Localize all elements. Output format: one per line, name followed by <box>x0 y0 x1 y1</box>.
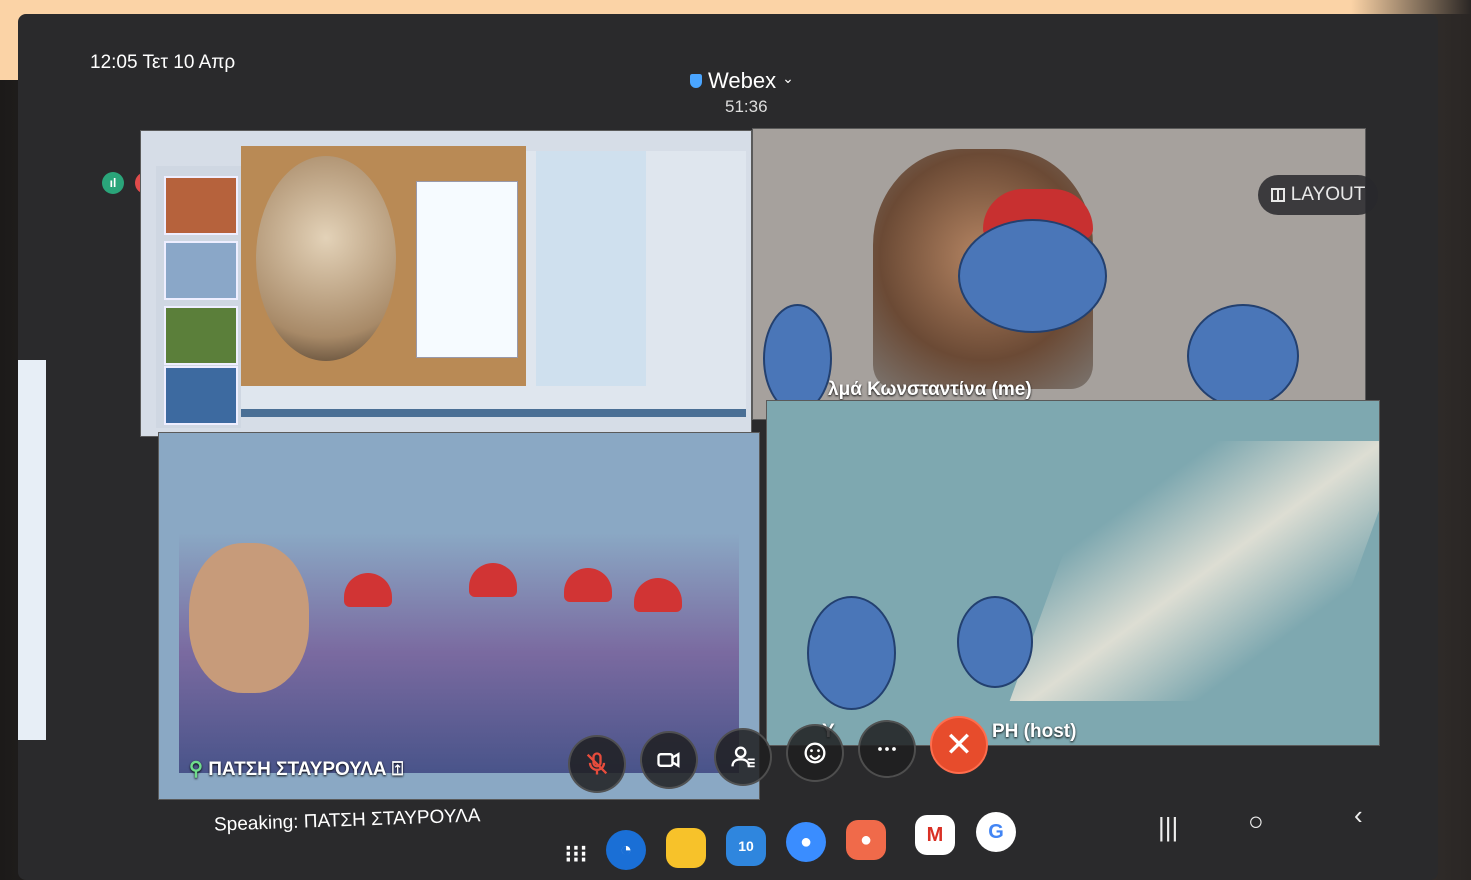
app-name: Webex <box>708 68 777 93</box>
close-icon: ✕ <box>944 726 974 764</box>
calendar-day: 10 <box>738 838 754 854</box>
emoji-icon <box>804 742 826 764</box>
layout-label: LAYOUT <box>1290 184 1366 205</box>
reactions-button[interactable] <box>786 724 844 782</box>
redaction-blob <box>958 219 1107 333</box>
mute-button[interactable] <box>568 735 626 793</box>
mic-active-icon: ⚲ <box>189 759 203 780</box>
leave-meeting-button[interactable]: ✕ <box>930 716 988 774</box>
home-icon[interactable]: ○ <box>1248 806 1264 837</box>
redaction-blob <box>807 596 896 710</box>
status-bar-time: 12:05 Τετ 10 Απρ <box>90 52 236 73</box>
shared-content-tile[interactable] <box>140 130 752 437</box>
redaction-blob <box>763 304 832 413</box>
slide-thumbnail <box>164 241 238 300</box>
self-video-tile[interactable]: λμά Κωνσταντίνα (me) <box>752 128 1366 420</box>
redaction-blob <box>1187 304 1299 408</box>
signal-icon: ıl <box>102 172 124 194</box>
slide-status-bar <box>241 409 746 417</box>
layout-button[interactable]: LAYOUT <box>1258 175 1378 215</box>
portrait-image <box>256 156 396 361</box>
participant-name-classroom: ⚲ ΠΑΤΣΗ ΣΤΑΥΡΟΥΛΑ ⍐ <box>189 759 404 780</box>
participant-face <box>189 543 309 693</box>
apps-grid-icon[interactable]: ⁝⁝⁝ <box>556 834 596 874</box>
google-icon[interactable]: G <box>976 812 1016 852</box>
meeting-title[interactable]: Webex ⌄ <box>690 68 794 94</box>
redaction-blob <box>957 596 1033 688</box>
slide-thumbnail-panel <box>156 166 241 428</box>
host-video-tile[interactable]: Υ ΡΗ (host) <box>766 400 1380 746</box>
slide-blue-panel <box>536 151 646 386</box>
files-icon[interactable] <box>666 828 706 868</box>
camera-icon <box>657 752 680 768</box>
grid-icon <box>1270 188 1285 202</box>
participants-icon <box>731 746 755 768</box>
mic-off-icon <box>586 752 608 775</box>
participant-name-host: ΡΗ (host) <box>992 721 1077 742</box>
recent-apps-icon[interactable]: ||| <box>1158 812 1178 843</box>
side-window-strip <box>18 360 46 740</box>
slide-thumbnail <box>164 366 238 425</box>
contacts-icon[interactable]: ● <box>846 820 886 860</box>
more-icon <box>878 747 896 751</box>
shield-icon <box>690 74 702 88</box>
back-icon[interactable]: ‹ <box>1354 800 1363 831</box>
slide-thumbnail <box>164 306 238 365</box>
more-button[interactable] <box>858 720 916 778</box>
calendar-icon[interactable]: 10 <box>726 826 766 866</box>
share-icon: ⍐ <box>391 759 404 780</box>
slide-thumbnail <box>164 176 238 235</box>
messages-icon[interactable]: ● <box>786 822 826 862</box>
video-button[interactable] <box>640 731 698 789</box>
internet-icon[interactable]: ◔ <box>606 830 646 870</box>
participants-button[interactable] <box>714 728 772 786</box>
gmail-icon[interactable]: M <box>915 815 955 855</box>
top-band <box>0 0 1471 14</box>
slide-text-box <box>416 181 518 358</box>
chevron-down-icon: ⌄ <box>782 69 794 86</box>
meeting-timer: 51:36 <box>725 97 768 116</box>
screen-glare <box>1009 441 1379 701</box>
participant-name-self: λμά Κωνσταντίνα (me) <box>828 379 1032 400</box>
